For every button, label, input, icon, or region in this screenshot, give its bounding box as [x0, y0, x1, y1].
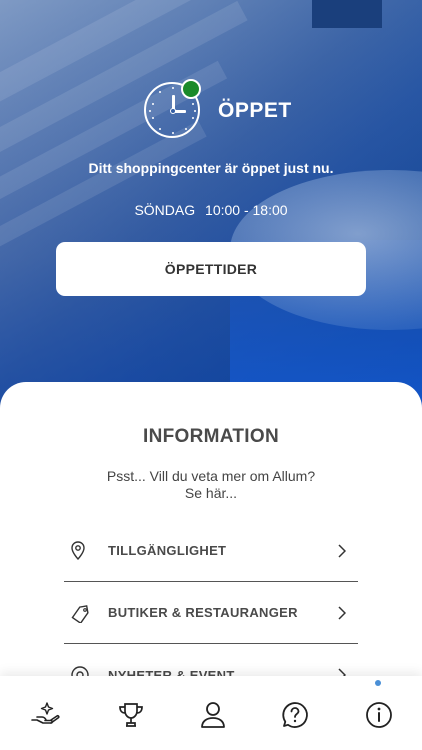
open-status-label: ÖPPET: [218, 99, 292, 122]
info-icon: [366, 702, 392, 728]
open-status-dot: [181, 79, 201, 99]
hand-sparkle-icon: [31, 702, 60, 724]
list-item-label: BUTIKER & RESTAURANGER: [108, 605, 298, 620]
list-item-accessibility[interactable]: TILLGÄNGLIGHET: [64, 520, 358, 582]
tag-icon: [70, 601, 100, 625]
location-pin-icon: [70, 539, 100, 563]
clock-icon: [144, 79, 201, 138]
tab-competitions[interactable]: [114, 698, 148, 732]
tab-offers[interactable]: [28, 698, 62, 732]
info-text-line2: Se här...: [184, 485, 238, 501]
help-icon: [282, 702, 308, 728]
info-text: Psst... Vill du veta mer om Allum? Se hä…: [60, 468, 362, 502]
info-title: INFORMATION: [143, 426, 279, 447]
open-status-message: Ditt shoppingcenter är öppet just nu.: [88, 160, 334, 176]
list-item-label: TILLGÄNGLIGHET: [108, 543, 227, 558]
today-hours: SÖNDAG 10:00 - 18:00: [0, 202, 422, 218]
tab-info[interactable]: [362, 698, 396, 732]
opening-hours-button[interactable]: ÖPPETTIDER: [56, 242, 366, 296]
today-day: SÖNDAG: [134, 202, 196, 218]
trophy-icon: [119, 703, 143, 727]
today-time: 10:00 - 18:00: [205, 202, 288, 218]
bottom-tab-bar: [0, 676, 422, 750]
tab-profile[interactable]: [196, 698, 230, 732]
info-text-line1: Psst... Vill du veta mer om Allum?: [106, 468, 316, 484]
profile-icon: [201, 702, 225, 728]
hero-block: [312, 0, 382, 28]
chevron-right-icon: [334, 543, 350, 559]
active-tab-indicator: [375, 680, 381, 686]
tab-help[interactable]: [278, 698, 312, 732]
list-item-shops-restaurants[interactable]: BUTIKER & RESTAURANGER: [64, 582, 358, 644]
chevron-right-icon: [334, 605, 350, 621]
